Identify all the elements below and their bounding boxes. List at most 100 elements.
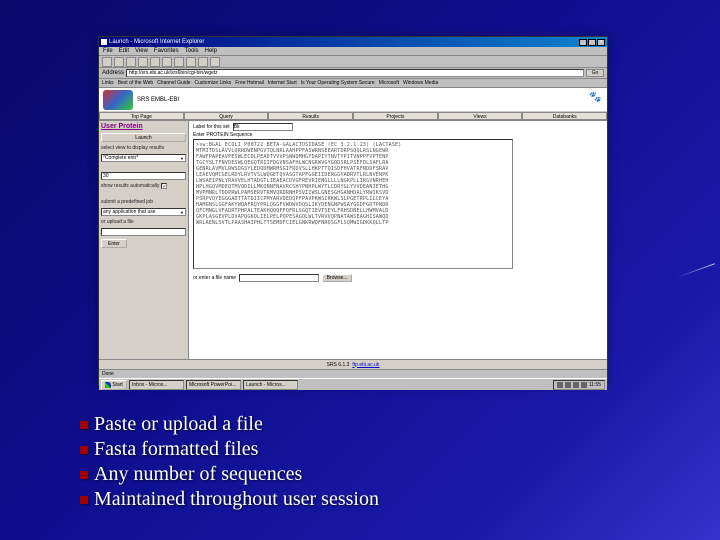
predefined-label: submit a predefined job <box>101 199 186 205</box>
bullet-list: Paste or upload a file Fasta formatted f… <box>80 412 379 512</box>
site-banner: SRS EMBL-EBI 🐾 <box>99 88 607 112</box>
ie-icon <box>101 39 107 45</box>
menubar: File Edit View Favorites Tools Help <box>99 47 607 56</box>
show-results-row: show results automatically ✓ <box>101 183 186 189</box>
menu-favorites[interactable]: Favorites <box>154 48 179 54</box>
print-button[interactable] <box>210 57 220 67</box>
nav-tabs: Top Page Query Results Projects Views Da… <box>99 112 607 121</box>
link-item[interactable]: Windows Media <box>403 80 438 86</box>
view-select-value: *Complete entr* <box>103 155 138 161</box>
task-item[interactable]: Launch - Micros... <box>243 380 298 390</box>
right-panel: Label for this set Bk Enter PROTEIN Sequ… <box>189 121 607 359</box>
maximize-button[interactable]: □ <box>588 39 596 46</box>
link-item[interactable]: Free Hotmail <box>235 80 264 86</box>
system-tray: 11:55 <box>553 380 605 390</box>
page-footer: SRS 6.1.3 ftp.ebi.ac.uk <box>99 359 607 369</box>
close-button[interactable]: × <box>597 39 605 46</box>
link-item[interactable]: Internet Start <box>268 80 297 86</box>
chevron-down-icon: ▼ <box>180 209 184 215</box>
tab-databanks[interactable]: Databanks <box>522 112 607 120</box>
bullet-icon <box>80 496 88 504</box>
count-field[interactable]: 30 <box>101 172 186 180</box>
show-results-checkbox[interactable]: ✓ <box>161 183 167 189</box>
back-button[interactable] <box>102 57 112 67</box>
srs-logo <box>103 90 133 110</box>
site-name: SRS EMBL-EBI <box>137 97 179 103</box>
address-label: Address <box>102 70 124 76</box>
link-item[interactable]: Microsoft <box>379 80 399 86</box>
menu-edit[interactable]: Edit <box>119 48 129 54</box>
toolbar <box>99 56 607 68</box>
tab-query[interactable]: Query <box>184 112 269 120</box>
links-label: Links <box>102 80 114 86</box>
taskbar: Start Inbox - Micros... Microsoft PowerP… <box>99 378 607 390</box>
paw-icon: 🐾 <box>589 92 601 104</box>
bullet-text: Paste or upload a file <box>94 412 263 437</box>
footer-link[interactable]: ftp.ebi.ac.uk <box>352 362 379 368</box>
chevron-down-icon: ▼ <box>180 155 184 161</box>
clock: 11:55 <box>589 382 601 388</box>
bullet-icon <box>80 471 88 479</box>
menu-help[interactable]: Help <box>205 48 217 54</box>
start-button[interactable]: Start <box>101 380 127 390</box>
menu-view[interactable]: View <box>135 48 148 54</box>
browser-window: Launch - Microsoft Internet Explorer _ □… <box>98 36 608 386</box>
tray-icon[interactable] <box>581 382 587 388</box>
menu-tools[interactable]: Tools <box>185 48 199 54</box>
link-item[interactable]: Best of the Web <box>118 80 153 86</box>
tray-icon[interactable] <box>565 382 571 388</box>
bullet-text: Any number of sequences <box>94 462 302 487</box>
sequence-textarea[interactable]: >sw:BGAL_ECOLI P00722 BETA-GALACTOSIDASE… <box>193 139 513 269</box>
address-input[interactable]: http://srs.ebi.ac.uk/srs6bin/cgi-bin/wge… <box>126 69 584 77</box>
tray-icon[interactable] <box>573 382 579 388</box>
home-button[interactable] <box>150 57 160 67</box>
display-text: select view to display results <box>101 145 186 151</box>
status-bar: Done <box>99 369 607 378</box>
upload-label: or upload a file <box>101 219 186 225</box>
panel-title: User Protein <box>101 123 186 130</box>
version-text: SRS 6.1.3 <box>327 362 350 368</box>
file-label: or enter a file name <box>193 275 236 281</box>
link-item[interactable]: Is Your Operating System Secure <box>301 80 375 86</box>
file-input[interactable] <box>239 274 319 282</box>
mail-button[interactable] <box>198 57 208 67</box>
menu-file[interactable]: File <box>103 48 113 54</box>
set-label-input[interactable]: Bk <box>233 123 293 131</box>
tray-icon[interactable] <box>557 382 563 388</box>
address-bar: Address http://srs.ebi.ac.uk/srs6bin/cgi… <box>99 68 607 79</box>
refresh-button[interactable] <box>138 57 148 67</box>
show-results-label: show results automatically <box>101 183 159 189</box>
search-button[interactable] <box>162 57 172 67</box>
titlebar: Launch - Microsoft Internet Explorer _ □… <box>99 37 607 47</box>
bullet-icon <box>80 421 88 429</box>
start-label: Start <box>112 382 123 388</box>
forward-button[interactable] <box>114 57 124 67</box>
page-content: SRS EMBL-EBI 🐾 Top Page Query Results Pr… <box>99 88 607 369</box>
links-bar: Links Best of the Web Channel Guide Cust… <box>99 79 607 88</box>
go-button[interactable]: Go <box>586 69 604 77</box>
window-title: Launch - Microsoft Internet Explorer <box>109 39 204 45</box>
enter-button[interactable]: Enter <box>101 239 127 248</box>
history-button[interactable] <box>186 57 196 67</box>
status-text: Done <box>102 371 114 377</box>
task-item[interactable]: Microsoft PowerPoi... <box>186 380 241 390</box>
view-select[interactable]: *Complete entr* ▼ <box>101 154 186 162</box>
seq-title: Enter PROTEIN Sequence <box>193 132 603 138</box>
link-item[interactable]: Customize Links <box>195 80 232 86</box>
tab-top[interactable]: Top Page <box>99 112 184 120</box>
bullet-text: Maintained throughout user session <box>94 487 379 512</box>
favorites-button[interactable] <box>174 57 184 67</box>
link-item[interactable]: Channel Guide <box>157 80 190 86</box>
launch-button[interactable]: Launch <box>101 133 186 142</box>
job-select[interactable]: any application that use ▼ <box>101 208 186 216</box>
task-item[interactable]: Inbox - Micros... <box>129 380 184 390</box>
left-panel: User Protein Launch select view to displ… <box>99 121 189 359</box>
tab-projects[interactable]: Projects <box>353 112 438 120</box>
tab-results[interactable]: Results <box>268 112 353 120</box>
tab-views[interactable]: Views <box>438 112 523 120</box>
upload-field[interactable] <box>101 228 186 236</box>
minimize-button[interactable]: _ <box>579 39 587 46</box>
browse-button[interactable]: Browse... <box>322 274 352 282</box>
stop-button[interactable] <box>126 57 136 67</box>
decorative-light <box>666 250 716 300</box>
